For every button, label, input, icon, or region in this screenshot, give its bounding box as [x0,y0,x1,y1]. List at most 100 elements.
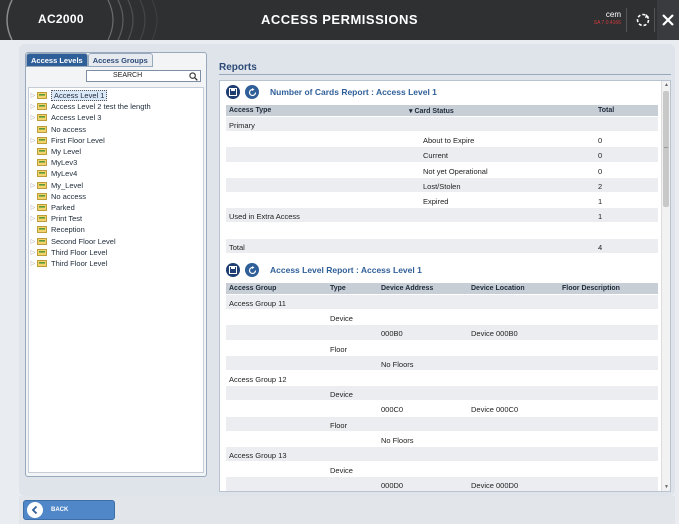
table-cell: About to Expire [423,136,475,146]
scroll-grip [664,147,668,148]
tree-item-label: My Level [51,147,82,156]
table-cell: No Floors [381,435,414,445]
save-report-button[interactable] [226,85,240,99]
scroll-up-arrow-icon[interactable]: ▲ [663,82,670,88]
column-header[interactable]: Type [330,285,346,292]
table-row: Device [226,310,658,326]
expand-arrow-icon[interactable]: ▷ [29,114,37,121]
tree-item[interactable]: ▷ Parked [29,202,199,213]
expand-arrow-icon[interactable]: ▷ [29,137,37,144]
header-divider [626,8,627,32]
expand-arrow-icon[interactable]: ▷ [29,204,37,211]
access-level-icon [37,248,47,256]
expand-arrow-icon[interactable]: ▷ [29,215,37,222]
back-button[interactable]: BACK [23,500,115,520]
refresh-report-button[interactable] [245,263,259,277]
tree-item[interactable]: ▷ Access Level 2 test the length [29,101,199,112]
tree-item[interactable]: Reception [29,224,199,235]
footer-bar [19,496,675,524]
table-cell: Access Group 13 [229,451,287,460]
tree-item[interactable]: MyLev3 [29,157,199,168]
tree-item[interactable]: ▷ Print Test [29,213,199,224]
table-row: Access Group 12 [226,371,658,387]
tree-item[interactable]: No access [29,124,199,135]
search-icon[interactable] [189,72,198,81]
expand-arrow-icon[interactable]: ▷ [29,238,37,245]
cem-version: SA 7.0.4166 [593,20,621,26]
table-cell: 1 [598,197,603,206]
panel-tabs: Access Levels Access Groups [26,53,153,67]
column-header[interactable]: Access Type [229,107,271,114]
column-header[interactable]: ▾ Card Status [409,107,454,115]
expand-arrow-icon[interactable]: ▷ [29,103,37,110]
table-row: 000D0 Device 000D0 [226,477,658,491]
tree-item[interactable]: ▷ My_Level [29,180,199,191]
refresh-report-button[interactable] [245,85,259,99]
reports-scrollbar[interactable]: ▲ ▼ [661,81,670,491]
table-cell: Access Group 12 [229,375,287,384]
refresh-icon [248,265,256,274]
table-cell: Device 000C0 [471,405,519,415]
tree-item[interactable]: ▷ Second Floor Level [29,236,199,247]
table-row [226,223,658,239]
table-cell: Not yet Operational [423,166,488,176]
table-cell: 0 [598,136,603,146]
tab-access-groups[interactable]: Access Groups [87,53,153,67]
level-report-table-header: Access Group Type Device Address Device … [226,283,658,294]
reports-content: Number of Cards Report : Access Level 1 … [219,80,671,492]
column-header[interactable]: Floor Description [562,285,620,292]
table-cell: 0 [598,151,603,161]
table-row: No Floors [226,355,658,371]
column-header[interactable]: Total [598,107,614,114]
table-row: Access Group 11 [226,295,658,311]
table-cell: 2 [598,181,603,191]
access-level-icon [37,114,47,122]
scroll-down-arrow-icon[interactable]: ▼ [663,484,670,490]
table-cell: Lost/Stolen [423,181,461,191]
tree-item-label: No access [51,124,87,134]
loading-spinner-icon[interactable] [635,12,651,28]
expand-arrow-icon[interactable]: ▷ [29,182,37,189]
expand-arrow-icon[interactable]: ▷ [29,249,37,256]
table-row: Total 4 [226,238,658,254]
tree-item[interactable]: ▷ Access Level 1 [29,90,199,101]
app-header: AC2000 ACCESS PERMISSIONS cem SA 7.0.416… [0,0,679,40]
tab-access-levels[interactable]: Access Levels [26,53,88,67]
back-arrow-icon [27,502,43,518]
scroll-thumb[interactable] [663,91,669,207]
tree-item[interactable]: ▷ First Floor Level [29,135,199,146]
tree-item[interactable]: ▷ Access Level 3 [29,112,199,123]
cards-report-header: Number of Cards Report : Access Level 1 [226,84,437,100]
expand-arrow-icon[interactable]: ▷ [29,92,37,99]
tree-item-label: Access Level 3 [51,113,102,123]
column-header[interactable]: Access Group [229,285,276,292]
tree-item-label: Reception [51,225,85,235]
save-report-button[interactable] [226,263,240,277]
table-row: Not yet Operational 0 [226,162,658,178]
table-row: No Floors [226,431,658,447]
table-row: Access Group 13 [226,447,658,463]
table-cell: 4 [598,242,603,252]
search-placeholder: SEARCH [113,72,143,79]
tree-item[interactable]: ▷ Third Floor Level [29,258,199,269]
tree-item[interactable]: ▷ Third Floor Level [29,247,199,258]
close-button[interactable] [657,0,679,40]
table-row: Floor [226,416,658,432]
table-row: About to Expire 0 [226,132,658,148]
access-level-icon [37,181,47,189]
tree-item[interactable]: No access [29,191,199,202]
refresh-icon [248,87,256,96]
reports-heading: Reports [219,62,257,73]
table-cell: 1 [598,212,603,222]
column-header[interactable]: Device Address [381,285,433,292]
save-icon [229,88,237,96]
tree-item[interactable]: MyLev4 [29,168,199,179]
table-cell: No Floors [381,359,414,369]
column-header[interactable]: Device Location [471,285,525,292]
table-cell: Primary [229,121,255,130]
table-cell: Device 000D0 [471,481,519,491]
table-row: Device [226,462,658,478]
tree-item[interactable]: My Level [29,146,199,157]
search-input[interactable]: SEARCH [86,70,201,82]
expand-arrow-icon[interactable]: ▷ [29,260,37,267]
